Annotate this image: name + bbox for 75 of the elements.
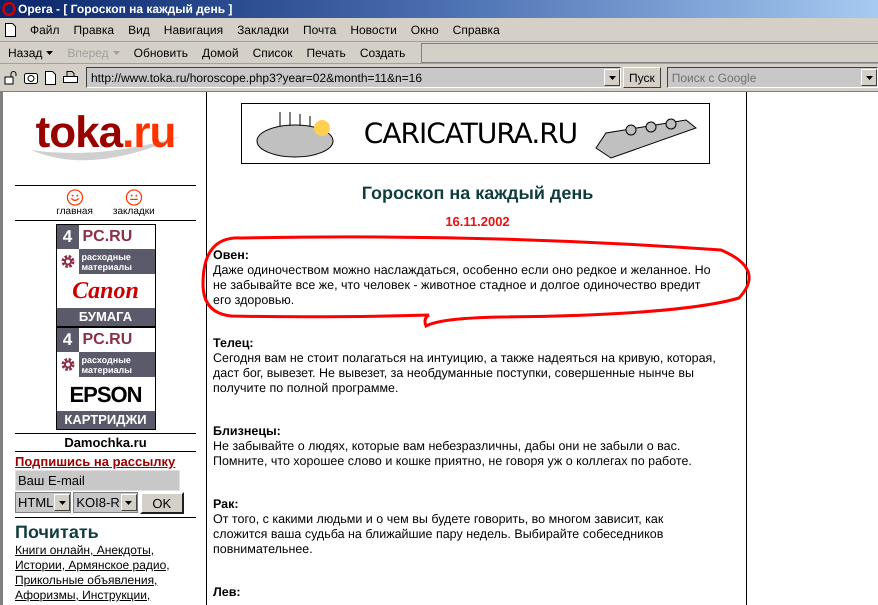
dropdown-button[interactable] <box>861 69 877 86</box>
caricatura-banner[interactable]: CARICATURA.RU <box>241 103 710 164</box>
ad-tagline: материалы <box>82 262 133 272</box>
ad-tagline: материалы <box>82 364 133 374</box>
read-link[interactable]: Афоризмы, Инструкции, <box>15 588 150 603</box>
site-logo[interactable]: toka.ru <box>36 110 176 154</box>
encoding-select[interactable]: KOI8-R <box>73 492 138 513</box>
search-box[interactable]: Поиск с Google <box>666 67 878 88</box>
zodiac-sign: Лев: <box>213 585 242 600</box>
toolbar-field[interactable] <box>421 42 878 62</box>
dropdown-button[interactable] <box>54 494 70 511</box>
brand-logo: Canon <box>72 277 139 306</box>
email-field[interactable]: Ваш E-mail <box>15 470 180 491</box>
toolbar-button[interactable]: Печать <box>302 44 350 62</box>
caret-icon <box>125 500 132 504</box>
caret-icon <box>866 76 872 80</box>
ad-number: 4 <box>56 328 78 352</box>
toolbar-button[interactable]: Создать <box>356 44 410 62</box>
menu-item[interactable]: Навигация <box>164 20 224 38</box>
menu-item[interactable]: Почта <box>303 20 336 38</box>
format-select[interactable]: HTML <box>15 492 72 513</box>
subscribe-heading: Подпишись на рассылку <box>15 454 176 470</box>
brand-logo: EPSON <box>69 380 142 408</box>
horoscope-text: От того, с какими людьми и о чем вы будете говорить, во многом зависит, как сложится ваша судьба на ближайшие пару недель. Выбирайте собеседников повнимательнее. <box>213 512 664 557</box>
window-title: Opera - [ Гороскоп на каждый день ] <box>18 1 232 18</box>
nav-link[interactable]: главная <box>56 189 93 217</box>
menu-item[interactable]: Вид <box>128 20 150 38</box>
ok-button[interactable]: OK <box>140 492 184 514</box>
read-link[interactable]: Прикольные объявления, <box>15 573 158 588</box>
zodiac-sign: Рак: <box>213 497 240 512</box>
page-icon[interactable] <box>5 22 16 36</box>
ad-tagline: расходные <box>82 252 132 262</box>
toolbar-button[interactable]: Назад <box>4 44 58 62</box>
advertisement-banner[interactable]: 4 PC.RU расходные материалы EPSON КАРТРИДЖИ <box>56 327 156 430</box>
menu-item[interactable]: Правка <box>74 20 114 38</box>
horoscope-text: Даже одиночеством можно наслаждаться, особенно если оно редкое и желанное. Но не забывайте все же, что человек - животное стадное и долгое одиночество вредит его здоровью. <box>213 263 712 308</box>
caret-icon <box>58 500 66 504</box>
page-title: Гороскоп на каждый день <box>360 182 594 205</box>
read-link[interactable]: Книги онлайн, Анекдоты, <box>15 543 154 558</box>
date: 16.11.2002 <box>444 214 511 230</box>
page-icon[interactable] <box>45 70 56 84</box>
zodiac-sign: Телец: <box>213 336 255 351</box>
menu-item[interactable]: Справка <box>452 20 500 38</box>
read-link[interactable]: Истории, Армянское радио, <box>15 558 170 573</box>
lock-icon[interactable] <box>4 70 17 84</box>
zodiac-sign: Овен: <box>213 248 250 263</box>
partner-link[interactable]: Damochka.ru <box>15 434 196 451</box>
advertisement-banner[interactable]: 4 PC.RU расходные материалы Canon БУМАГА <box>56 224 156 327</box>
horoscope-text: Сегодня вам не стоит полагаться на интуицию, а также надеяться на кривую, которая, даст бог, вывезет. Не вывезет, за необдуманные поступки, совершенные нынче вы получите по полной программе. <box>213 351 717 396</box>
toolbar-button[interactable]: Домой <box>198 44 243 62</box>
banner-text: CARICATURA.RU <box>364 116 578 152</box>
menu-item[interactable]: Окно <box>410 20 439 38</box>
nav-link[interactable]: закладки <box>112 189 155 217</box>
ad-site: PC.RU <box>82 227 134 247</box>
search-field[interactable]: Поиск с Google <box>668 68 861 86</box>
ad-product: КАРТРИДЖИ <box>56 411 154 429</box>
ad-product: БУМАГА <box>56 308 154 326</box>
face-icon <box>124 189 143 206</box>
read-heading: Почитать <box>15 521 100 543</box>
printer-icon[interactable] <box>63 71 78 84</box>
menu-item[interactable]: Закладки <box>237 20 289 38</box>
ad-site: PC.RU <box>82 330 134 350</box>
dropdown-button[interactable] <box>120 494 137 511</box>
ad-number: 4 <box>56 225 78 249</box>
go-button[interactable]: Пуск <box>623 67 661 88</box>
camera-icon[interactable] <box>24 71 38 84</box>
toolbar-button[interactable]: Обновить <box>130 44 192 62</box>
zodiac-sign: Близнецы: <box>213 424 282 439</box>
toolbar-button[interactable]: Список <box>248 44 296 62</box>
ad-tagline: расходные <box>82 354 132 364</box>
opera-logo-icon <box>2 2 16 16</box>
menu-item[interactable]: Файл <box>30 20 60 38</box>
horoscope-text: Не забывайте о людях, которые вам небезразличны, дабы они не забыли о вас. Помните, что хорошее слово и кошке приятно, не говоря уж о коллегах по работе. <box>213 439 693 469</box>
face-icon <box>66 189 84 206</box>
menu-item[interactable]: Новости <box>350 20 397 38</box>
